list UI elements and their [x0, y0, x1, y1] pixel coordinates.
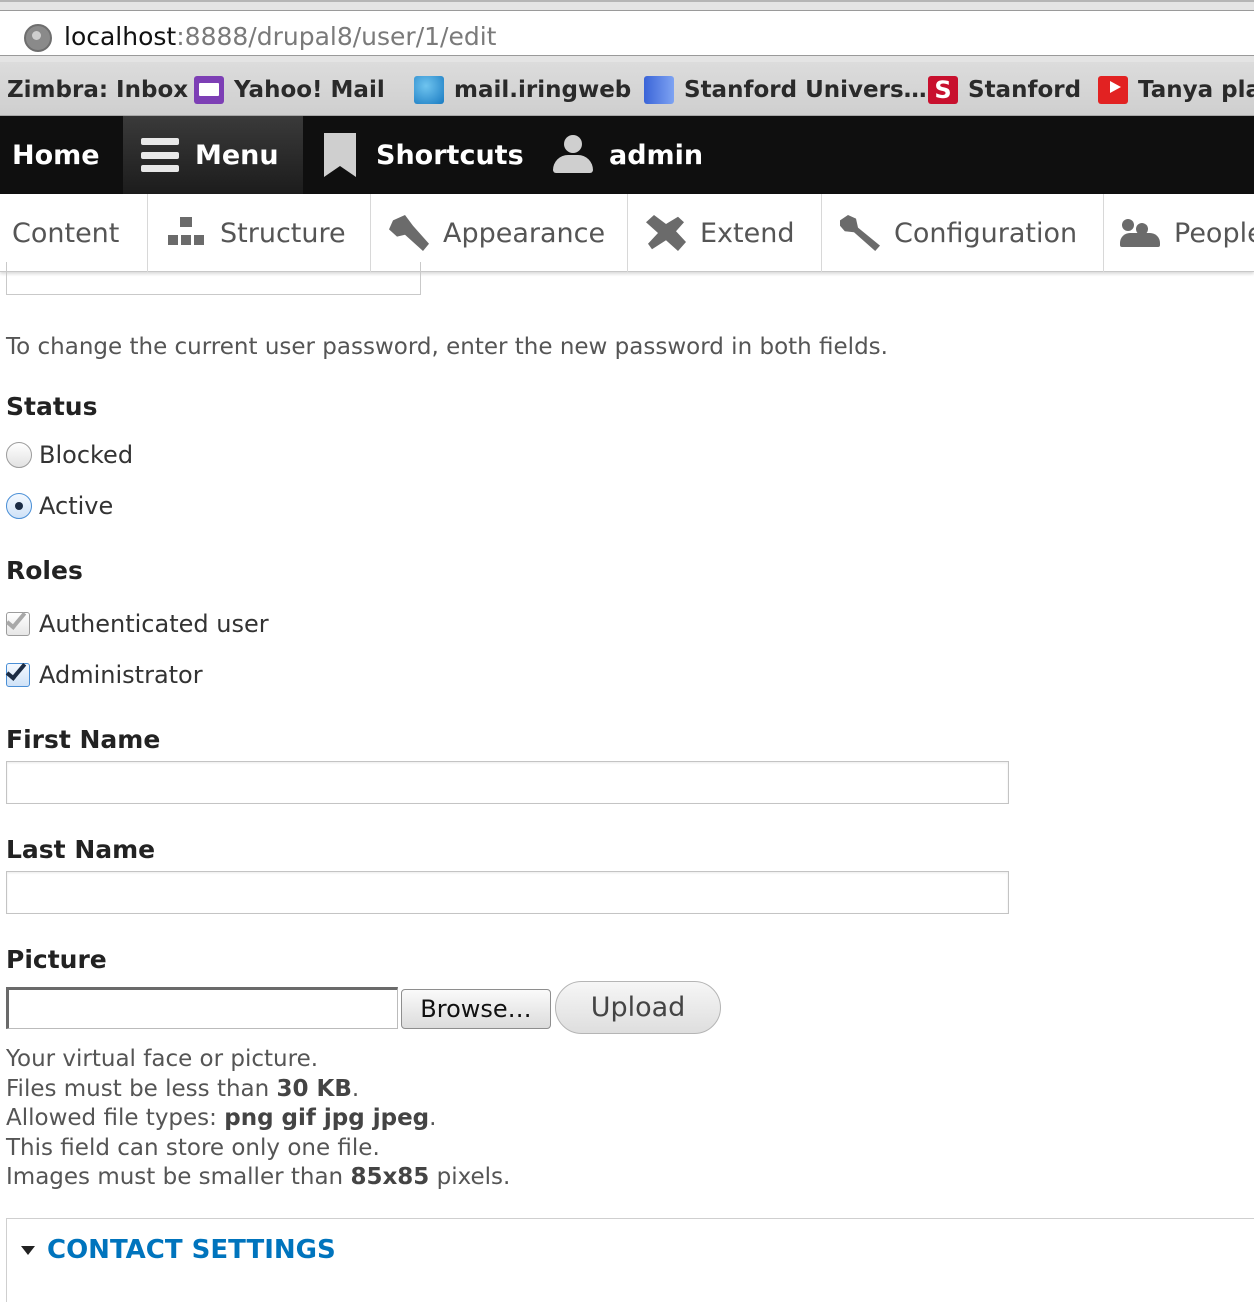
stanford-s-icon: S: [928, 76, 958, 104]
checkmark-icon: [5, 608, 27, 630]
status-blocked-radio[interactable]: Blocked: [6, 440, 133, 470]
tray-people[interactable]: People: [1104, 194, 1254, 272]
user-icon: [553, 135, 593, 175]
status-label: Status: [6, 392, 98, 421]
bookmark-tanya-play[interactable]: Tanya play: [1098, 75, 1254, 105]
browser-url-bar: localhost:8888/drupal8/user/1/edit: [0, 0, 1254, 62]
hamburger-icon: [141, 138, 179, 172]
checkmark-icon: [5, 659, 27, 681]
tray-configuration[interactable]: Configuration: [822, 194, 1104, 272]
browse-button[interactable]: Browse…: [401, 989, 551, 1029]
tray-appearance[interactable]: Appearance: [371, 194, 628, 272]
triangle-down-icon: [21, 1245, 35, 1255]
role-authenticated-checkbox: Authenticated user: [5, 608, 269, 639]
toolbar-home[interactable]: Home: [12, 116, 100, 194]
tray-structure[interactable]: Structure: [148, 194, 371, 272]
password-confirm-field[interactable]: [6, 262, 421, 295]
last-name-field[interactable]: [6, 871, 1009, 914]
contact-settings-toggle[interactable]: CONTACT SETTINGS: [21, 1235, 336, 1265]
toolbar-shortcuts[interactable]: Shortcuts: [324, 116, 524, 194]
contact-settings-details: CONTACT SETTINGS: [6, 1218, 1254, 1302]
help-line-2: Files must be less than 30 KB.: [6, 1075, 360, 1102]
yahoo-mail-icon: [194, 76, 224, 104]
roles-label: Roles: [6, 556, 83, 585]
att-globe-icon: [414, 76, 444, 104]
globe-icon: [24, 24, 52, 52]
bookmarks-bar: Zimbra: Inbox Yahoo! Mail mail.iringweb …: [0, 62, 1254, 116]
first-name-label: First Name: [6, 725, 161, 754]
admin-toolbar: Home Menu Shortcuts admin: [0, 116, 1254, 194]
password-help-text: To change the current user password, ent…: [6, 334, 888, 360]
last-name-label: Last Name: [6, 835, 156, 864]
first-name-field[interactable]: [6, 761, 1009, 804]
role-administrator-checkbox[interactable]: Administrator: [5, 659, 203, 690]
people-icon: [1120, 215, 1160, 251]
tray-extend[interactable]: Extend: [628, 194, 822, 272]
help-line-4: This field can store only one file.: [6, 1134, 380, 1161]
upload-button[interactable]: Upload: [555, 981, 721, 1034]
picture-label: Picture: [6, 945, 107, 974]
plug-icon: [646, 215, 686, 251]
radio-button[interactable]: [6, 442, 32, 468]
wrench-icon: [840, 215, 880, 251]
bookmark-mail-iringweb[interactable]: mail.iringweb: [414, 75, 631, 105]
admin-tray: Content Structure Appearance Extend Conf…: [0, 194, 1254, 272]
radio-button-selected[interactable]: [6, 493, 32, 519]
checkbox-checked[interactable]: [5, 659, 30, 687]
bookmark-stanford-university[interactable]: Stanford Univers…: [644, 75, 927, 105]
url-text[interactable]: localhost:8888/drupal8/user/1/edit: [64, 20, 496, 54]
toolbar-user[interactable]: admin: [553, 116, 703, 194]
tray-content[interactable]: Content: [0, 194, 148, 272]
help-line-3: Allowed file types: png gif jpg jpeg.: [6, 1105, 437, 1131]
bookmark-zimbra[interactable]: Zimbra: Inbox: [7, 75, 188, 105]
checkbox-disabled: [5, 608, 30, 636]
stanford-university-icon: [644, 76, 674, 104]
youtube-icon: [1098, 76, 1128, 104]
help-line-5: Images must be smaller than 85x85 pixels…: [6, 1164, 511, 1190]
picture-help-text: Your virtual face or picture. Files must…: [6, 1045, 510, 1193]
toolbar-menu[interactable]: Menu: [123, 116, 303, 194]
picture-file-field[interactable]: [6, 987, 398, 1029]
bookmark-yahoo-mail[interactable]: Yahoo! Mail: [194, 75, 385, 105]
help-line-1: Your virtual face or picture.: [6, 1046, 319, 1072]
bookmark-stanford[interactable]: S Stanford: [928, 75, 1081, 105]
paintbrush-icon: [389, 215, 429, 251]
status-active-radio[interactable]: Active: [6, 491, 113, 521]
bookmark-icon: [324, 133, 356, 177]
structure-icon: [166, 215, 206, 251]
